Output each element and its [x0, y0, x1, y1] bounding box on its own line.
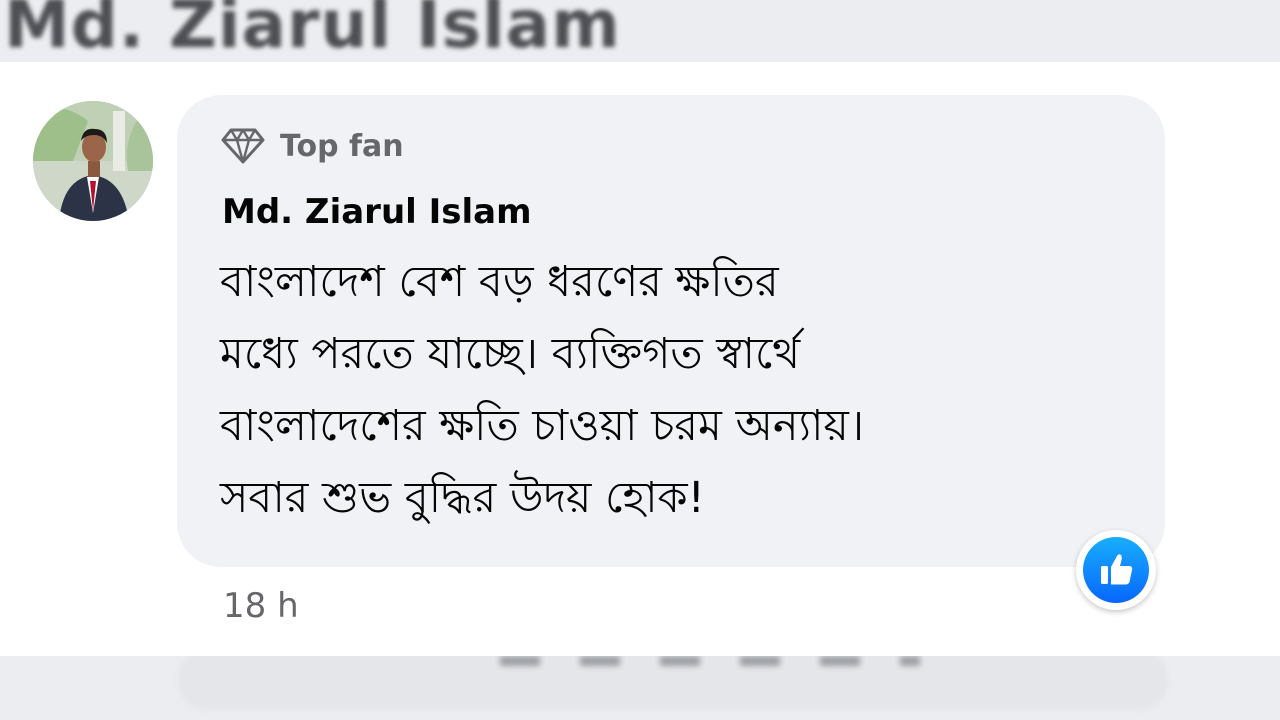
previous-comment-fragment: Md. Ziarul Islam	[0, 0, 1280, 62]
previous-comment-author: Md. Ziarul Islam	[4, 0, 621, 62]
thumbs-up-icon	[1101, 554, 1133, 585]
next-comment-text-blur	[500, 656, 920, 666]
badge-label: Top fan	[280, 128, 404, 164]
comment-author-name[interactable]: Md. Ziarul Islam	[222, 192, 532, 232]
comment-body: বাংলাদেশ বেশ বড় ধরণের ক্ষতির মধ্যে পরতে…	[220, 246, 1140, 534]
avatar-photo	[33, 101, 153, 221]
avatar[interactable]	[33, 101, 153, 221]
diamond-icon	[221, 128, 265, 164]
comment-thread: Md. Ziarul Islam Top fan Md. Ziarul Isla…	[0, 0, 1280, 720]
comment-line: মধ্যে পরতে যাচ্ছে। ব্যক্তিগত স্বার্থে	[220, 329, 801, 379]
like-reaction-badge	[1083, 537, 1149, 603]
comment-timestamp[interactable]: 18 h	[223, 586, 299, 626]
next-comment-fragment	[0, 656, 1280, 720]
top-fan-badge[interactable]: Top fan	[220, 124, 404, 168]
like-reaction-button[interactable]	[1076, 530, 1156, 610]
comment-line: বাংলাদেশের ক্ষতি চাওয়া চরম অন্যায়।	[220, 401, 865, 451]
comment-line: বাংলাদেশ বেশ বড় ধরণের ক্ষতির	[220, 257, 779, 307]
comment-line: সবার শুভ বুদ্ধির উদয় হোক!	[220, 473, 705, 523]
